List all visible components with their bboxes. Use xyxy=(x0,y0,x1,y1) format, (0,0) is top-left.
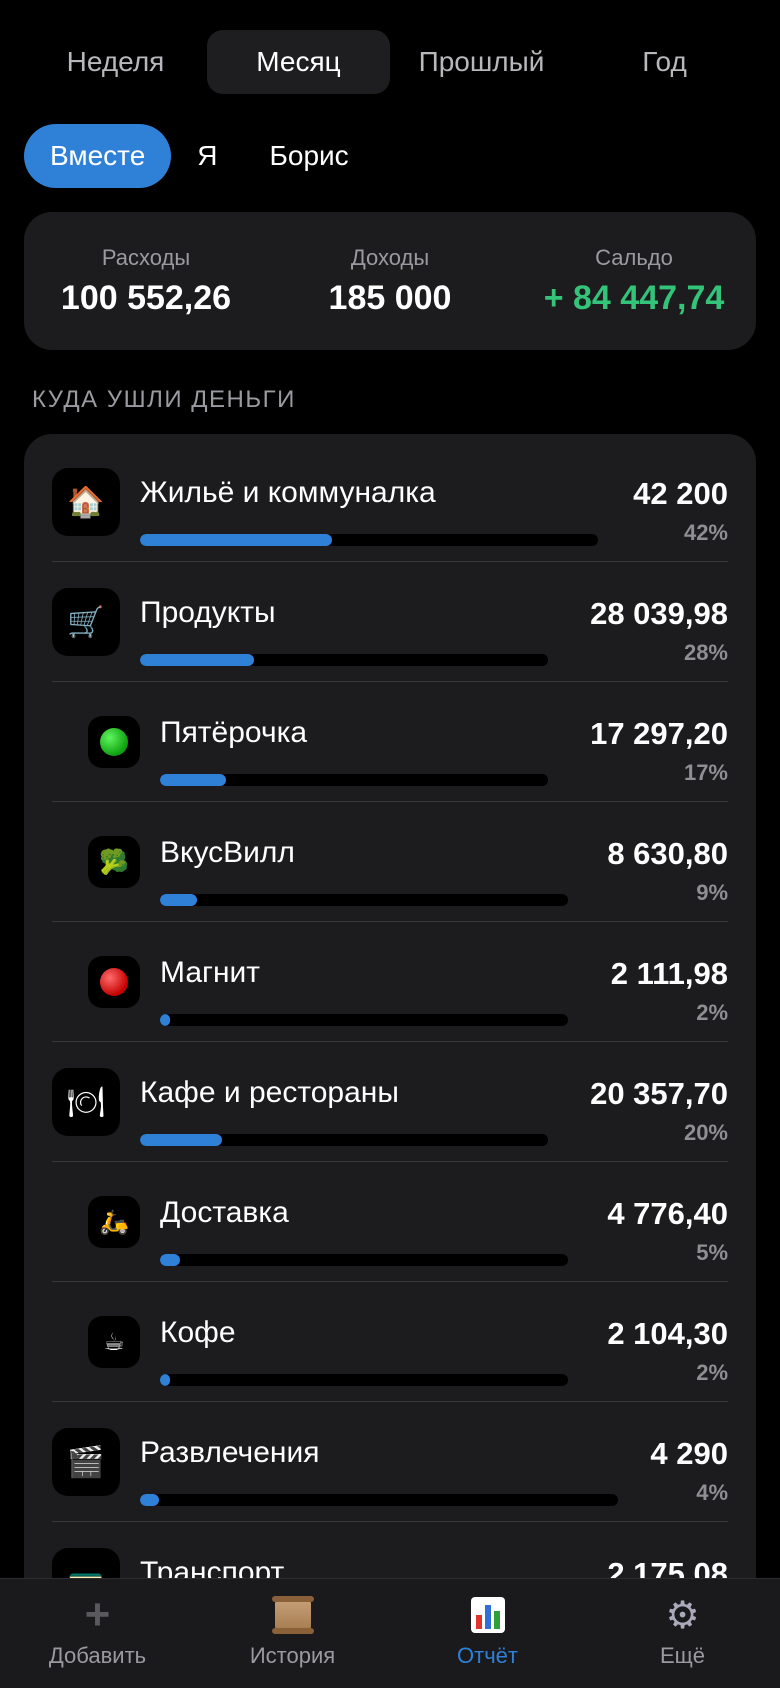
category-percent: 9% xyxy=(696,880,728,905)
tab-report[interactable]: Отчёт xyxy=(390,1579,585,1688)
category-progress-bar xyxy=(160,1014,568,1026)
category-row[interactable]: 🛵 Доставка 4 776,40 5% xyxy=(24,1162,756,1282)
category-progress-fill xyxy=(160,1014,170,1026)
category-percent: 4% xyxy=(696,1480,728,1505)
expenses-value: 100 552,26 xyxy=(60,278,232,317)
category-progress-fill xyxy=(160,894,197,906)
category-row[interactable]: 🎬 Развлечения 4 290 4% xyxy=(24,1402,756,1522)
category-row[interactable]: 🛒 Продукты 28 039,98 28% xyxy=(24,562,756,682)
tab-previous[interactable]: Прошлый xyxy=(390,30,573,94)
tab-report-label: Отчёт xyxy=(457,1643,518,1668)
income-summary: Доходы 185 000 xyxy=(268,212,512,350)
bottom-tab-bar: + Добавить История Отчёт ⚙ Ещё xyxy=(0,1578,780,1688)
scooter-icon: 🛵 xyxy=(88,1196,140,1248)
tab-history-label: История xyxy=(249,1643,336,1668)
balance-value: + 84 447,74 xyxy=(543,278,725,317)
category-progress-bar xyxy=(140,1134,548,1146)
category-amount: 4 290 xyxy=(650,1436,728,1471)
category-percent: 5% xyxy=(696,1240,728,1265)
category-row[interactable]: Магнит 2 111,98 2% xyxy=(24,922,756,1042)
chart-icon xyxy=(470,1595,505,1635)
income-label: Доходы xyxy=(350,244,430,270)
category-progress-fill xyxy=(160,1254,180,1266)
tab-more[interactable]: ⚙ Ещё xyxy=(585,1579,780,1688)
category-row[interactable]: 🥦 ВкусВилл 8 630,80 9% xyxy=(24,802,756,922)
category-percent: 2% xyxy=(696,1360,728,1385)
category-progress-bar xyxy=(140,534,598,546)
category-amount: 28 039,98 xyxy=(590,596,728,631)
category-progress-fill xyxy=(140,1134,222,1146)
category-progress-fill xyxy=(160,1374,170,1386)
scroll-icon xyxy=(271,1595,314,1635)
balance-summary: Сальдо + 84 447,74 xyxy=(512,212,756,350)
category-progress-bar xyxy=(160,1374,568,1386)
red-dot-icon xyxy=(88,956,140,1008)
tab-week[interactable]: Неделя xyxy=(24,30,207,94)
filter-boris[interactable]: Борис xyxy=(244,124,375,188)
house-icon: 🏠 xyxy=(52,468,120,536)
category-percent: 17% xyxy=(683,760,728,785)
category-name: Кофе xyxy=(160,1316,236,1349)
category-amount: 2 111,98 xyxy=(610,956,728,991)
category-amount: 2 104,30 xyxy=(607,1316,728,1351)
category-percent: 20% xyxy=(683,1120,728,1145)
category-name: ВкусВилл xyxy=(160,836,295,869)
coffee-icon: ☕ xyxy=(88,1316,140,1368)
category-name: Развлечения xyxy=(140,1436,320,1469)
category-percent: 28% xyxy=(683,640,728,665)
balance-label: Сальдо xyxy=(595,244,673,270)
category-amount: 20 357,70 xyxy=(590,1076,728,1111)
tab-history[interactable]: История xyxy=(195,1579,390,1688)
category-progress-bar xyxy=(160,774,548,786)
plate-icon: 🍽 xyxy=(52,1068,120,1136)
category-row[interactable]: ☕ Кофе 2 104,30 2% xyxy=(24,1282,756,1402)
person-filter: Вместе Я Борис xyxy=(24,124,375,188)
green-dot-icon xyxy=(88,716,140,768)
category-amount: 17 297,20 xyxy=(590,716,728,751)
category-amount: 4 776,40 xyxy=(607,1196,728,1231)
period-tabs: Неделя Месяц Прошлый Год xyxy=(24,30,756,94)
section-title: КУДА УШЛИ ДЕНЬГИ xyxy=(32,386,296,413)
category-progress-fill xyxy=(160,774,226,786)
tab-add-label: Добавить xyxy=(48,1643,147,1668)
category-name: Доставка xyxy=(160,1196,289,1229)
category-name: Пятёрочка xyxy=(160,716,308,749)
gear-icon: ⚙ xyxy=(665,1594,700,1637)
category-progress-fill xyxy=(140,534,332,546)
category-row[interactable]: 🏠 Жильё и коммуналка 42 200 42% xyxy=(24,442,756,562)
tab-add[interactable]: + Добавить xyxy=(0,1579,195,1688)
category-progress-bar xyxy=(140,654,548,666)
category-amount: 42 200 xyxy=(633,476,728,511)
plus-icon: + xyxy=(84,1590,111,1639)
category-progress-bar xyxy=(140,1494,618,1506)
tab-more-label: Ещё xyxy=(659,1643,705,1668)
income-value: 185 000 xyxy=(328,278,452,317)
summary-card: Расходы 100 552,26 Доходы 185 000 Сальдо… xyxy=(24,212,756,350)
broccoli-icon: 🥦 xyxy=(88,836,140,888)
category-name: Кафе и рестораны xyxy=(140,1076,399,1109)
category-row[interactable]: 🍽 Кафе и рестораны 20 357,70 20% xyxy=(24,1042,756,1162)
clapper-icon: 🎬 xyxy=(52,1428,120,1496)
category-name: Магнит xyxy=(160,956,261,989)
category-list: 🏠 Жильё и коммуналка 42 200 42% 🛒 Продукты 28 … xyxy=(24,434,756,1688)
category-progress-bar xyxy=(160,894,568,906)
category-amount: 8 630,80 xyxy=(607,836,728,871)
category-name: Жильё и коммуналка xyxy=(140,476,436,509)
category-progress-fill xyxy=(140,1494,159,1506)
tab-month[interactable]: Месяц xyxy=(207,30,390,94)
filter-together[interactable]: Вместе xyxy=(24,124,172,188)
filter-me[interactable]: Я xyxy=(175,124,239,188)
category-percent: 42% xyxy=(683,520,728,545)
expenses-summary: Расходы 100 552,26 xyxy=(24,212,268,350)
category-row[interactable]: Пятёрочка 17 297,20 17% xyxy=(24,682,756,802)
cart-icon: 🛒 xyxy=(52,588,120,656)
category-percent: 2% xyxy=(696,1000,728,1025)
category-progress-fill xyxy=(140,654,254,666)
category-name: Продукты xyxy=(140,596,276,629)
category-progress-bar xyxy=(160,1254,568,1266)
expenses-label: Расходы xyxy=(101,244,191,270)
tab-year[interactable]: Год xyxy=(573,30,756,94)
